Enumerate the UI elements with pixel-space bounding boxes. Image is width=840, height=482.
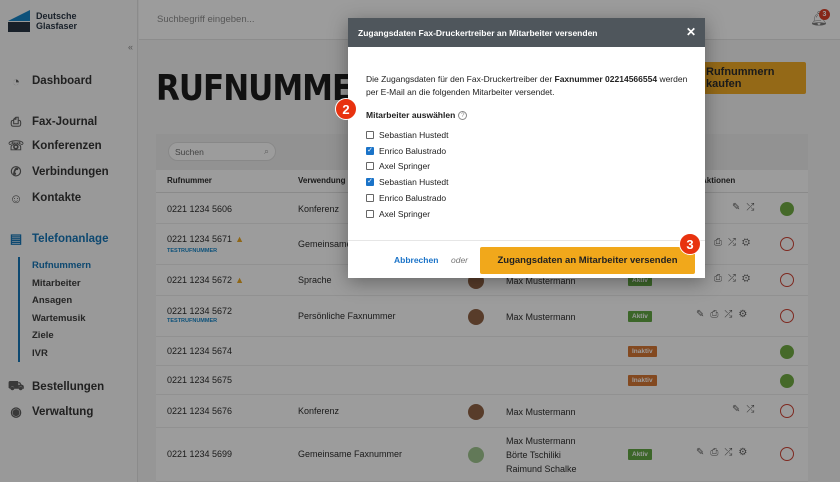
employee-checkbox[interactable] (366, 194, 374, 203)
employee-name: Enrico Balustrado (379, 193, 447, 204)
employee-checkbox[interactable] (366, 209, 374, 218)
info-icon[interactable]: ? (458, 110, 468, 120)
employee-option[interactable]: Enrico Balustrado (366, 190, 448, 206)
dialog-header: Zugangsdaten Fax-Druckertreiber an Mitar… (348, 18, 705, 47)
employee-option[interactable]: Sebastian Hustedt (366, 127, 448, 143)
send-credentials-dialog: Zugangsdaten Fax-Druckertreiber an Mitar… (348, 18, 705, 278)
employee-list: Sebastian Hustedt ✓ Enrico Balustrado Axel … (366, 127, 448, 222)
employee-name: Axel Springer (379, 208, 431, 219)
cancel-button[interactable]: Abbrechen (394, 255, 438, 265)
select-employees-label-text: Mitarbeiter auswählen (366, 110, 456, 120)
employee-option[interactable]: ✓ Enrico Balustrado (366, 143, 448, 159)
employee-name: Sebastian Hustedt (379, 129, 449, 140)
employee-name: Axel Springer (379, 161, 431, 172)
employee-checkbox[interactable]: ✓ (366, 178, 374, 187)
employee-option[interactable]: Axel Springer (366, 206, 448, 222)
dialog-footer: Abbrechen oder Zugangsdaten an Mitarbeit… (348, 240, 705, 278)
step-marker-2: 2 (335, 98, 357, 120)
employee-name: Sebastian Hustedt (379, 177, 449, 188)
employee-checkbox[interactable] (366, 130, 374, 139)
dialog-intro-text: Die Zugangsdaten für den Fax-Druckertrei… (366, 73, 691, 99)
select-employees-label: Mitarbeiter auswählen ? (366, 110, 468, 120)
intro-text-part-1: Die Zugangsdaten für den Fax-Druckertrei… (366, 74, 555, 84)
intro-fax-number: Faxnummer 02214566554 (554, 74, 658, 84)
send-credentials-button[interactable]: Zugangsdaten an Mitarbeiter versenden (480, 247, 695, 274)
dialog-title: Zugangsdaten Fax-Druckertreiber an Mitar… (358, 28, 598, 38)
employee-name: Enrico Balustrado (379, 145, 447, 156)
or-text: oder (451, 255, 469, 265)
step-marker-3: 3 (679, 233, 701, 255)
employee-option[interactable]: ✓ Sebastian Hustedt (366, 174, 448, 190)
employee-option[interactable]: Axel Springer (366, 159, 448, 175)
close-icon[interactable]: ✕ (686, 25, 696, 39)
employee-checkbox[interactable]: ✓ (366, 146, 374, 155)
dialog-body: Die Zugangsdaten für den Fax-Druckertrei… (348, 47, 705, 240)
employee-checkbox[interactable] (366, 162, 374, 171)
